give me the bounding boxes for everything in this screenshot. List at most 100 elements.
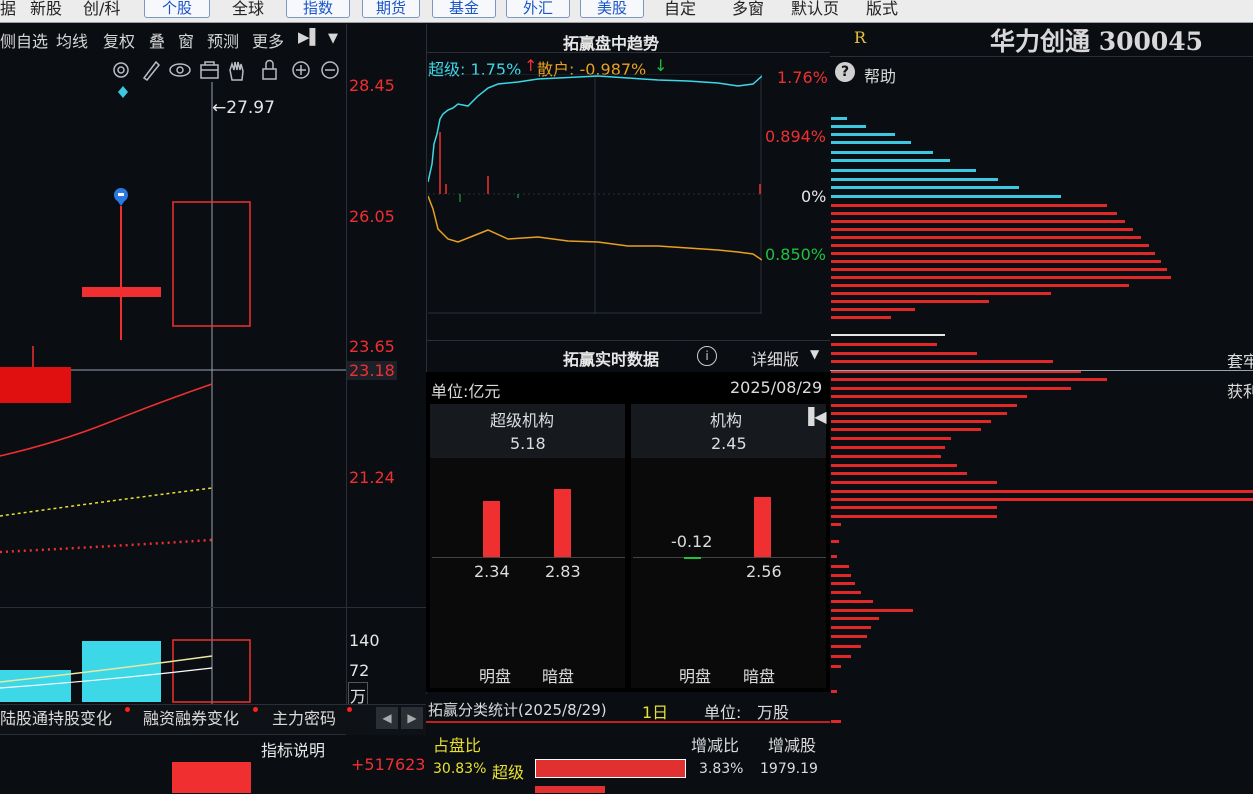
menu-item-custom[interactable]: 自定 (664, 0, 696, 20)
volume-label-72: 72 (349, 661, 370, 680)
down-arrow-icon: ↓ (654, 56, 668, 75)
menu-item-layout[interactable]: 版式 (866, 0, 898, 20)
tab-scroll-left-icon[interactable]: ◀ (376, 707, 398, 729)
toolbar-overlay[interactable]: 叠 (149, 28, 165, 52)
toolbar-ma[interactable]: 均线 (56, 28, 88, 52)
chip-bar (831, 343, 937, 346)
chip-bar (831, 204, 1107, 207)
trend-chart[interactable] (428, 74, 762, 314)
lock-icon[interactable] (262, 59, 277, 80)
inst-bar-dark (754, 497, 771, 557)
indicator-help-link[interactable]: 指标说明 (261, 737, 325, 761)
tab-notify-dot (253, 707, 258, 712)
unit-label: 单位:亿元 (431, 382, 501, 401)
diamond-marker-icon (118, 86, 128, 98)
chip-bar (831, 428, 981, 431)
col-header-change-pct: 增减比 (691, 736, 740, 755)
menu-button-fund[interactable]: 基金 (432, 0, 496, 18)
inst-label-dark: 暗盘 (743, 667, 776, 686)
chip-bar (831, 617, 879, 620)
hand-icon[interactable] (229, 61, 244, 81)
tab-notify-dot (347, 707, 352, 712)
tab-main-force-code[interactable]: 主力密码 (272, 706, 336, 734)
inst-value-dark: 2.56 (746, 562, 782, 581)
info-icon[interactable]: i (697, 346, 717, 366)
dropdown-arrow-icon[interactable]: ▼ (328, 31, 338, 46)
realtime-top-divider (426, 340, 830, 341)
baseline (633, 557, 826, 558)
price-label-current: 23.18 (347, 361, 397, 380)
chip-bar (831, 464, 957, 467)
chip-bar (831, 665, 841, 668)
chip-bar (831, 395, 1027, 398)
price-label-23-65: 23.65 (349, 337, 395, 356)
chip-bar (831, 284, 1129, 287)
expand-arrow-icon[interactable]: ▶▌ (298, 28, 321, 46)
help-link[interactable]: 帮助 (864, 63, 896, 87)
col-header-change-shares: 增减股 (768, 736, 817, 755)
chip-bar (831, 228, 1133, 231)
toolbar-forecast[interactable]: 预测 (207, 28, 239, 52)
chip-bar (831, 169, 976, 172)
tab-hk-connect-change[interactable]: 陆股通持股变化 (0, 706, 112, 734)
menu-button-forex[interactable]: 外汇 (506, 0, 570, 18)
chip-bar (831, 472, 967, 475)
profit-label: 获利 (1227, 382, 1253, 401)
menu-item-gem[interactable]: 创/科 (83, 0, 120, 20)
view-mode-select[interactable]: 详细版 (751, 346, 799, 370)
toolbar-window[interactable]: 窗 (178, 28, 194, 52)
zoom-out-icon[interactable] (321, 61, 339, 79)
super-label-dark: 暗盘 (542, 667, 575, 686)
menu-item-data[interactable]: 据 (0, 0, 16, 20)
menu-button-futures[interactable]: 期货 (362, 0, 420, 18)
period-select[interactable]: 1日 (642, 699, 668, 723)
stock-title: 华力创通 300045 (990, 27, 1204, 56)
candlestick-chart[interactable] (0, 82, 346, 608)
super-value-dark: 2.83 (545, 562, 581, 581)
toolbar-adjust[interactable]: 复权 (103, 28, 135, 52)
zoom-in-icon[interactable] (292, 61, 310, 79)
indicator-bar (172, 762, 251, 793)
trapped-label: 套牢 (1227, 352, 1253, 371)
toolbox-icon[interactable] (200, 61, 219, 79)
tab-margin-change[interactable]: 融资融券变化 (143, 706, 239, 734)
chip-bar (831, 481, 997, 484)
chip-bar (831, 690, 837, 693)
menu-item-global[interactable]: 全球 (232, 0, 264, 20)
chip-bar (831, 555, 837, 558)
chip-bar (831, 292, 1051, 295)
chip-bar (831, 212, 1117, 215)
pen-icon[interactable] (142, 60, 161, 82)
volume-chart[interactable] (0, 608, 346, 704)
toolbar-more[interactable]: 更多 (252, 28, 284, 52)
chip-bar (831, 591, 861, 594)
location-pin-icon[interactable] (114, 188, 128, 206)
help-icon[interactable]: ? (835, 62, 855, 82)
chip-bar (831, 316, 891, 319)
chip-bar (831, 133, 895, 136)
settings-icon[interactable] (113, 62, 129, 78)
category-title: 拓赢分类统计(2025/8/29) (428, 701, 607, 719)
menu-item-new-stock[interactable]: 新股 (30, 0, 62, 20)
chip-bar (831, 626, 871, 629)
chip-bar (831, 515, 997, 518)
menu-button-us-stock[interactable]: 美股 (580, 0, 644, 18)
menu-item-default-page[interactable]: 默认页 (791, 0, 839, 20)
super-inst-chart (430, 458, 625, 688)
chip-bar (831, 186, 1019, 189)
chip-bar (831, 574, 851, 577)
chip-bar (831, 635, 867, 638)
tab-scroll-right-icon[interactable]: ▶ (401, 707, 423, 729)
baseline (432, 557, 625, 558)
toolbar-watchlist[interactable]: 侧自选 (0, 28, 48, 52)
chip-bar (831, 720, 841, 723)
skip-back-icon[interactable]: ▐◀ (802, 407, 827, 426)
menu-button-index[interactable]: 指数 (286, 0, 350, 18)
menu-button-stock[interactable]: 个股 (144, 0, 210, 18)
axis-divider (346, 24, 347, 714)
view-mode-dropdown-icon[interactable]: ▼ (810, 347, 819, 361)
right-title-divider (830, 56, 1253, 57)
menu-item-multi-window[interactable]: 多窗 (732, 0, 764, 20)
eye-icon[interactable] (169, 63, 191, 77)
inst-name: 机构 (710, 411, 743, 430)
